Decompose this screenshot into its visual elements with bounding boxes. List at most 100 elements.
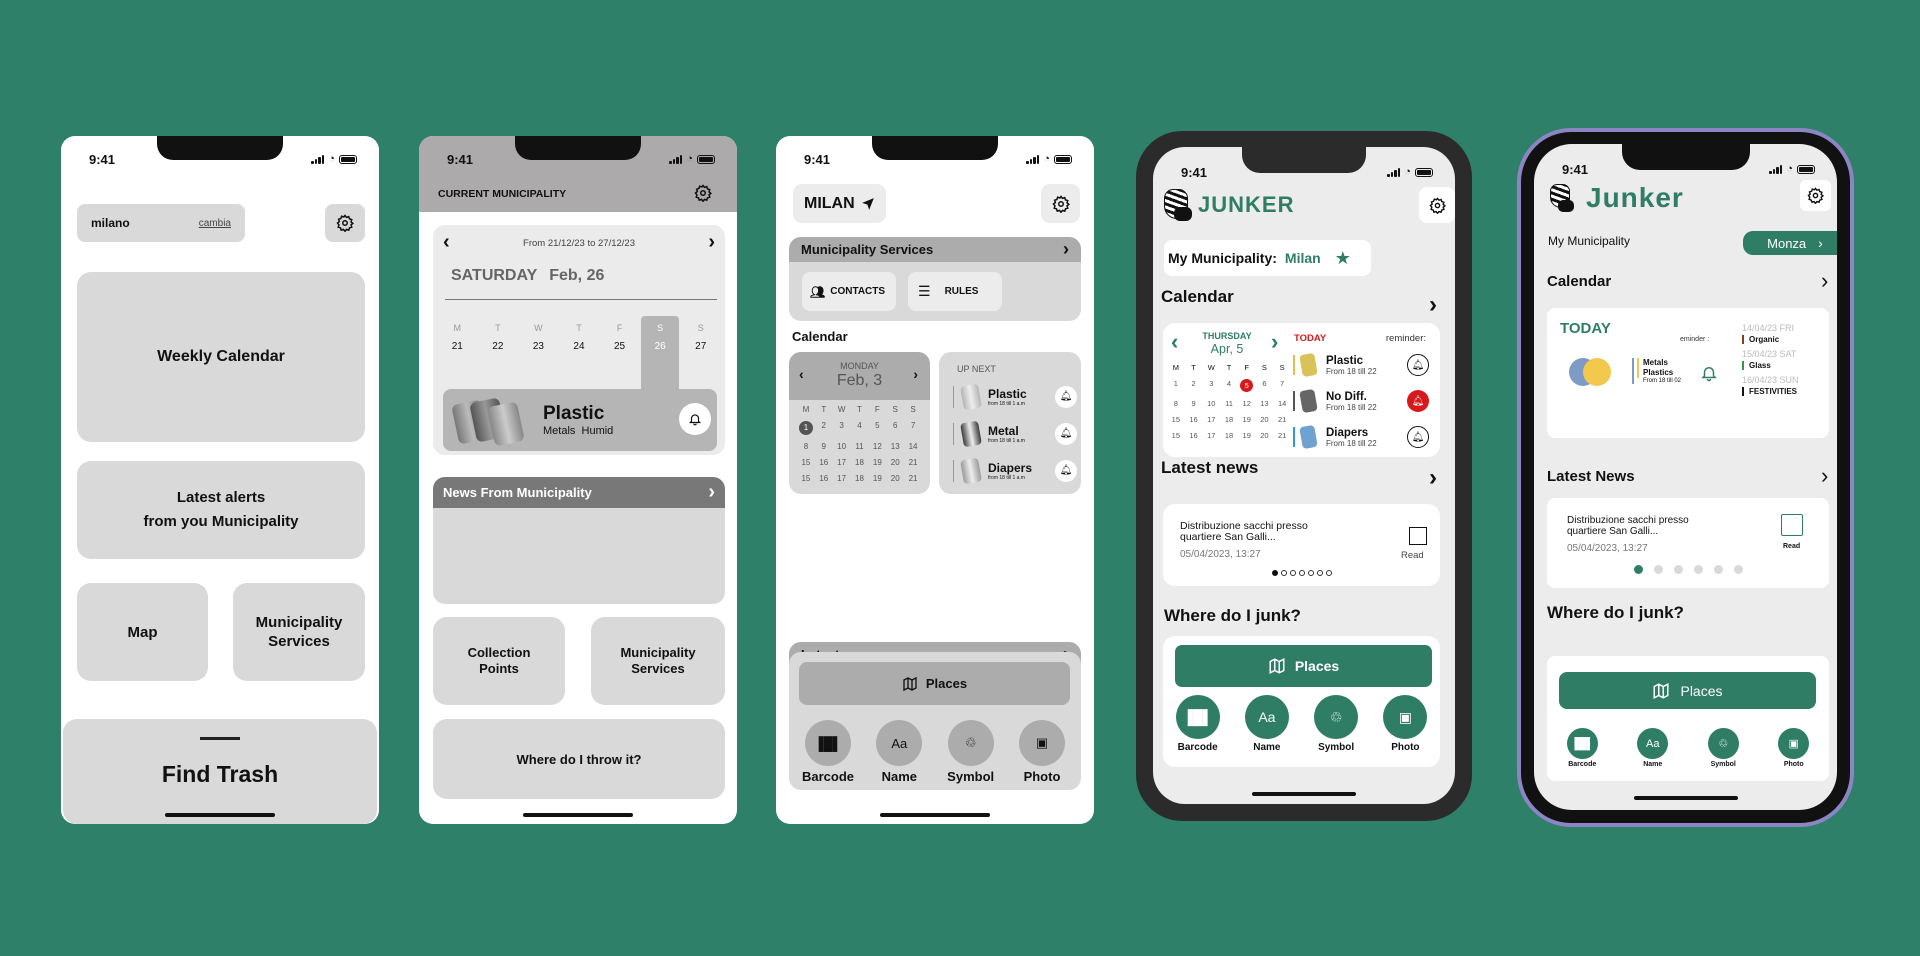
my-municipality-chip[interactable]: My Municipality: Milan ★ — [1164, 240, 1371, 276]
calendar-day[interactable]: 15 — [1167, 415, 1185, 424]
up-next-item[interactable]: Plastic from 18 till 1 a.m 🔔︎ — [953, 378, 1077, 415]
calendar-day[interactable]: 6 — [886, 421, 904, 435]
change-municipality-link[interactable]: cambia — [199, 218, 231, 229]
action-symbol[interactable]: ♲ Symbol — [1693, 728, 1753, 768]
upcoming-item[interactable]: 14/04/23 FRI Organic — [1742, 323, 1826, 344]
reminder-bell-button[interactable]: 🔔︎ — [1407, 354, 1429, 376]
page-dot[interactable] — [1307, 570, 1314, 576]
places-button[interactable]: Places — [1175, 645, 1432, 687]
calendar-day[interactable]: 8 — [1167, 399, 1185, 408]
calendar-day[interactable]: 7 — [1273, 379, 1291, 392]
today-waste-list[interactable]: Metals Plastics From 18 till 02 — [1632, 358, 1681, 384]
calendar-day[interactable]: 15 — [797, 474, 815, 483]
calendar-day[interactable]: 12 — [1238, 399, 1256, 408]
calendar-day[interactable]: 14 — [904, 442, 922, 451]
calendar-day[interactable]: 17 — [1202, 431, 1220, 440]
calendar-day[interactable]: 10 — [1202, 399, 1220, 408]
action-name[interactable]: Aa Name — [1623, 728, 1683, 768]
settings-button[interactable] — [1419, 187, 1455, 223]
services-header[interactable]: Municipality Services › — [789, 237, 1081, 262]
calendar-day[interactable]: 16 — [1185, 415, 1203, 424]
calendar-day[interactable]: 16 — [815, 474, 833, 483]
calendar-day[interactable]: 2 — [815, 421, 833, 435]
calendar-day[interactable]: 15 — [797, 458, 815, 467]
find-trash-sheet[interactable]: Find Trash — [63, 719, 377, 824]
read-checkbox[interactable] — [1781, 514, 1803, 536]
calendar-day[interactable]: 7 — [904, 421, 922, 435]
calendar-day[interactable]: 18 — [851, 458, 869, 467]
action-symbol[interactable]: ♲ Symbol — [1306, 695, 1366, 753]
week-day[interactable]: 25 — [599, 341, 640, 352]
calendar-day[interactable]: 18 — [851, 474, 869, 483]
today-waste-item[interactable]: Diapers From 18 till 22 🔔︎ — [1293, 419, 1435, 455]
calendar-day[interactable]: 10 — [833, 442, 851, 451]
where-throw-card[interactable]: Where do I throw it? — [433, 719, 725, 799]
action-photo[interactable]: ▣ Photo — [1764, 728, 1824, 768]
calendar-day[interactable]: 9 — [815, 442, 833, 451]
calendar-day[interactable]: 8 — [797, 442, 815, 451]
action-name[interactable]: Aa Name — [1237, 695, 1297, 753]
collection-points-card[interactable]: Collection Points — [433, 617, 565, 705]
up-next-item[interactable]: Diapers from 18 till 1 a.m 🔔︎ — [953, 452, 1077, 489]
page-dot[interactable] — [1693, 565, 1703, 574]
reminder-bell-button[interactable] — [1700, 363, 1718, 388]
calendar-day[interactable]: 18 — [1220, 415, 1238, 424]
action-photo[interactable]: ▣ Photo — [1009, 720, 1075, 784]
waste-pickup-card[interactable]: Plastic Metals Humid — [443, 389, 717, 451]
calendar-day[interactable]: 3 — [833, 421, 851, 435]
calendar-day[interactable]: 11 — [1220, 399, 1238, 408]
week-day[interactable]: 21 — [437, 341, 478, 352]
upcoming-item[interactable]: 15/04/23 SAT Glass — [1742, 349, 1826, 370]
reminder-bell-button[interactable]: 🔔︎ — [1055, 459, 1077, 482]
calendar-day[interactable]: 18 — [1220, 431, 1238, 440]
pagination-dots[interactable] — [1547, 565, 1829, 574]
calendar-day[interactable]: 20 — [1256, 415, 1274, 424]
calendar-day[interactable]: 4 — [1220, 379, 1238, 392]
map-card[interactable]: Map — [77, 583, 208, 681]
municipality-services-card[interactable]: Municipality Services — [591, 617, 725, 705]
settings-button[interactable] — [691, 181, 715, 205]
places-button[interactable]: Places — [1559, 672, 1816, 709]
week-day[interactable]: 24 — [559, 341, 600, 352]
calendar-day[interactable]: 9 — [1185, 399, 1203, 408]
page-dot[interactable] — [1298, 570, 1305, 576]
settings-button[interactable] — [325, 204, 365, 242]
calendar-day[interactable]: 21 — [904, 458, 922, 467]
calendar-day[interactable]: 16 — [1185, 431, 1203, 440]
settings-button[interactable] — [1041, 184, 1080, 223]
reminder-bell-button[interactable]: 🔔︎ — [1407, 426, 1429, 448]
week-day[interactable]: 27 — [680, 341, 721, 352]
calendar-day[interactable]: 21 — [1273, 431, 1291, 440]
page-dot[interactable] — [1653, 565, 1663, 574]
calendar-day[interactable]: 14 — [1273, 399, 1291, 408]
reminder-bell-button[interactable]: 🔔︎ — [1055, 422, 1077, 445]
calendar-day[interactable]: 19 — [868, 458, 886, 467]
calendar-day[interactable]: 19 — [1238, 431, 1256, 440]
page-dot[interactable] — [1289, 570, 1296, 576]
today-waste-item[interactable]: No Diff. From 18 till 22 🔔︎ — [1293, 383, 1435, 419]
action-symbol[interactable]: ♲ Symbol — [938, 720, 1004, 784]
action-barcode[interactable]: ▐█▌ Barcode — [1552, 728, 1612, 768]
calendar-day[interactable]: 20 — [886, 474, 904, 483]
rules-button[interactable]: ☰ RULES — [908, 272, 1002, 311]
chevron-right-icon[interactable]: › — [708, 481, 715, 504]
page-dot[interactable] — [1673, 565, 1683, 574]
news-chevron-icon[interactable]: › — [1429, 464, 1437, 492]
news-from-municipality-card[interactable]: News From Municipality › — [433, 477, 725, 604]
next-month-button[interactable]: › — [913, 366, 918, 382]
read-checkbox[interactable] — [1409, 527, 1427, 545]
calendar-day[interactable]: 13 — [886, 442, 904, 451]
action-name[interactable]: Aa Name — [866, 720, 932, 784]
weekly-calendar-card[interactable]: Weekly Calendar — [77, 272, 365, 442]
pagination-dots[interactable] — [1163, 570, 1440, 576]
today-waste-item[interactable]: Plastic From 18 till 22 🔔︎ — [1293, 347, 1435, 383]
municipality-selector[interactable]: milano cambia — [77, 204, 245, 242]
calendar-day[interactable]: 21 — [904, 474, 922, 483]
calendar-day[interactable]: 1 — [1167, 379, 1185, 392]
calendar-day[interactable]: 20 — [1256, 431, 1274, 440]
municipality-selector-button[interactable]: Monza › — [1743, 231, 1837, 255]
places-button[interactable]: Places — [799, 662, 1070, 705]
calendar-day[interactable]: 15 — [1167, 431, 1185, 440]
municipality-services-card[interactable]: Municipality Services — [233, 583, 365, 681]
calendar-day[interactable]: 20 — [886, 458, 904, 467]
